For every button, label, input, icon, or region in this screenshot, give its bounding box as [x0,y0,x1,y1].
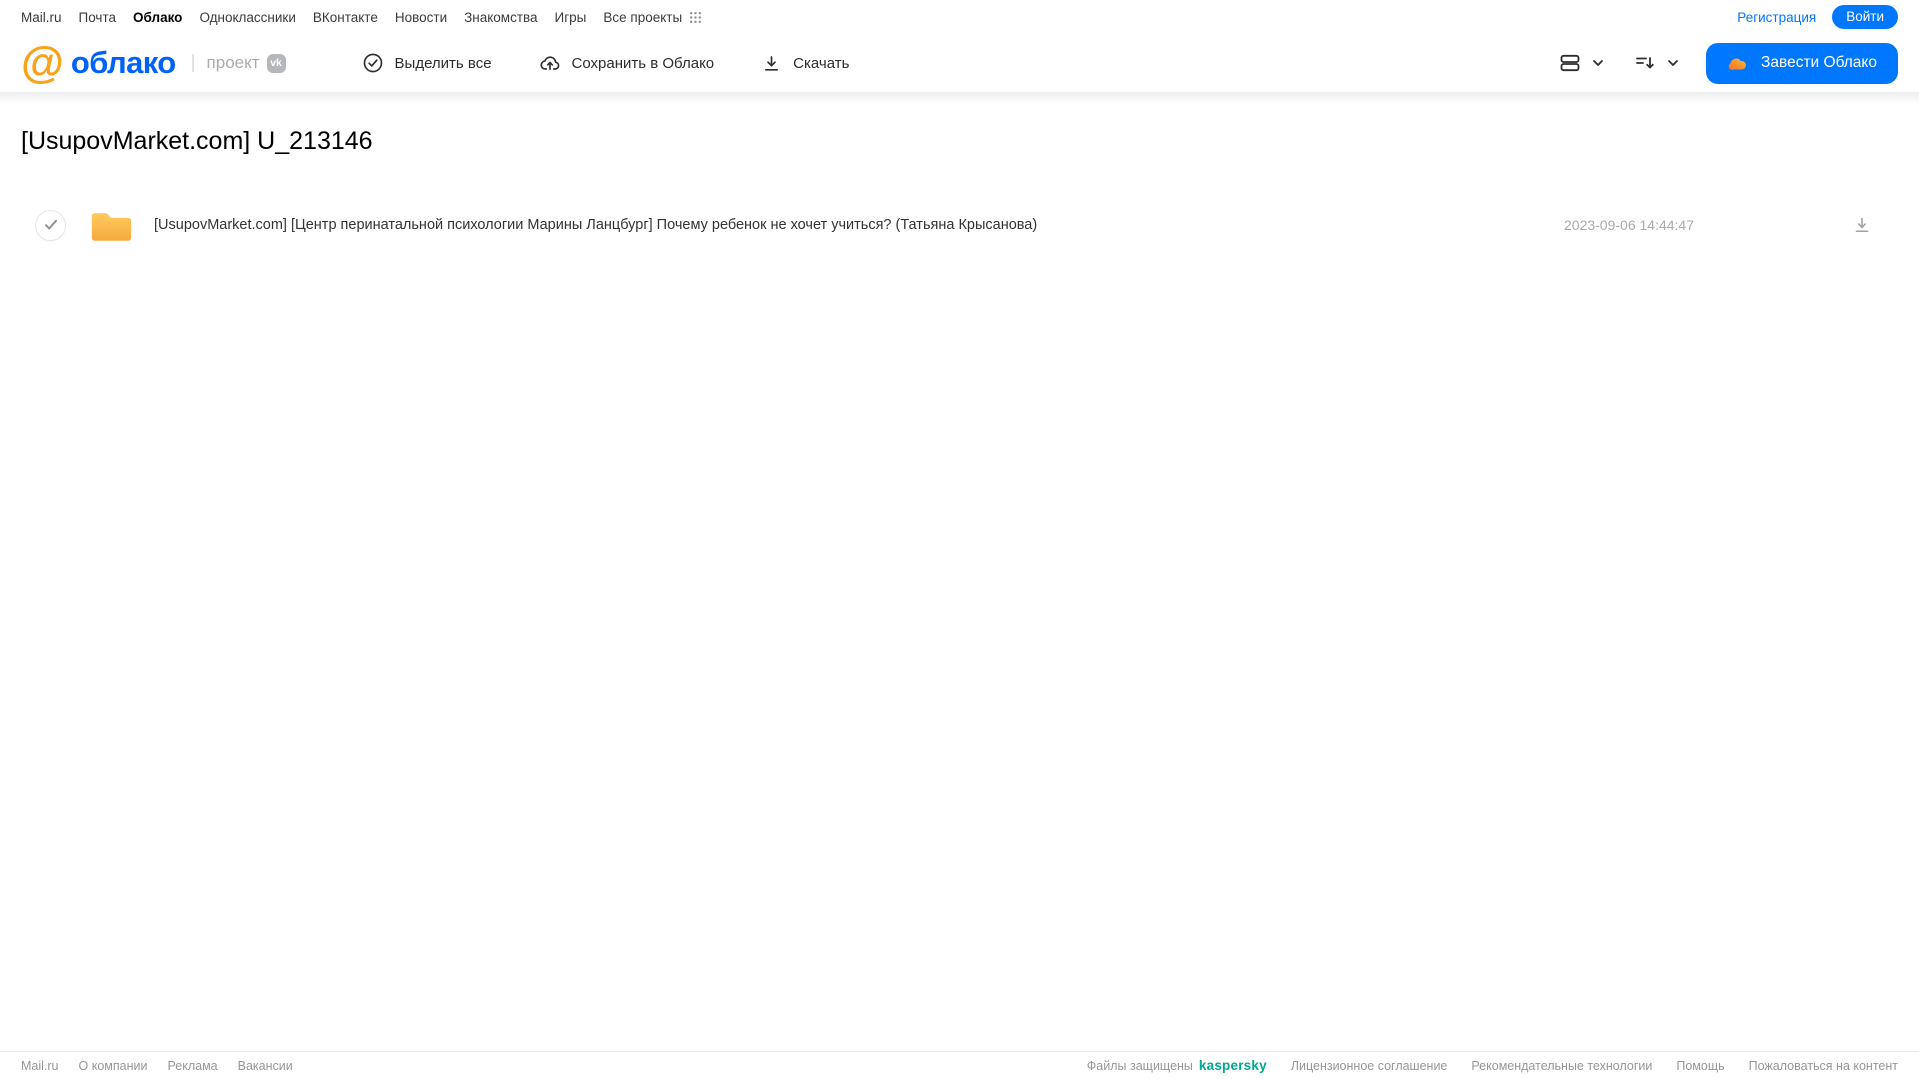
download-icon [761,53,782,74]
main-content: [UsupovMarket.com] U_213146 [UsupovMarke… [0,127,1919,251]
footer-mailru[interactable]: Mail.ru [21,1059,59,1073]
folder-icon[interactable] [89,207,133,244]
kaspersky-protected: Файлы защищены kaspersky [1087,1058,1267,1073]
portal-nav: Mail.ru Почта Облако Одноклассники ВКонт… [0,0,1919,34]
create-cloud-button[interactable]: Завести Облако [1706,42,1898,84]
select-all-button[interactable]: Выделить все [362,52,492,74]
footer-recommendation-tech[interactable]: Рекомендательные технологии [1471,1059,1652,1073]
cloud-upload-icon [539,52,561,74]
file-date: 2023-09-06 14:44:47 [1564,217,1694,233]
nav-novosti[interactable]: Новости [395,10,447,25]
cloud-logo[interactable]: @ облако | проект vk [21,38,286,88]
mailru-at-icon: @ [21,38,64,88]
save-to-cloud-label: Сохранить в Облако [571,54,715,72]
footer-right: Файлы защищены kaspersky Лицензионное со… [1087,1058,1898,1073]
sort-dropdown[interactable] [1633,51,1680,75]
kaspersky-logo[interactable]: kaspersky [1199,1058,1267,1073]
footer-jobs[interactable]: Вакансии [238,1059,293,1073]
footer-help[interactable]: Помощь [1676,1059,1724,1073]
nav-znakomstva[interactable]: Знакомства [464,10,537,25]
nav-vkontakte[interactable]: ВКонтакте [313,10,378,25]
nav-mailru[interactable]: Mail.ru [21,10,62,25]
protected-label: Файлы защищены [1086,1058,1193,1073]
select-all-label: Выделить все [394,54,492,72]
footer: Mail.ru О компании Реклама Вакансии Файл… [0,1051,1919,1079]
portal-nav-right: Регистрация Войти [1737,5,1898,29]
file-name-link[interactable]: [UsupovMarket.com] [Центр перинатальной … [154,217,1037,233]
download-button[interactable]: Скачать [761,53,849,74]
nav-odnoklassniki[interactable]: Одноклассники [199,10,295,25]
login-button[interactable]: Войти [1832,5,1898,29]
footer-ads[interactable]: Реклама [167,1059,217,1073]
chevron-down-icon [1666,56,1680,70]
vk-project-label: проект vk [207,53,286,73]
logo-divider: | [190,52,196,73]
file-row[interactable]: [UsupovMarket.com] [Центр перинатальной … [21,199,1898,251]
page-title: [UsupovMarket.com] U_213146 [21,127,373,155]
check-icon [44,219,57,230]
grid-icon [689,11,702,24]
registration-link[interactable]: Регистрация [1737,10,1816,25]
cloud-header: @ облако | проект vk Выделить все Сохран… [0,34,1919,105]
chevron-down-icon [1591,56,1605,70]
create-cloud-label: Завести Облако [1761,54,1877,71]
row-checkbox[interactable] [35,209,66,241]
header-right-controls: Завести Облако [1558,42,1898,84]
nav-oblako[interactable]: Облако [133,10,182,25]
view-list-icon [1558,51,1582,75]
cloud-icon [1727,52,1750,75]
view-mode-dropdown[interactable] [1558,51,1605,75]
vk-badge-icon: vk [266,53,286,73]
save-to-cloud-button[interactable]: Сохранить в Облако [539,52,715,74]
project-label-text: проект [206,53,260,72]
nav-all-projects-label: Все проекты [603,9,683,25]
cloud-logo-text: облако [70,45,176,80]
nav-pochta[interactable]: Почта [79,10,117,25]
download-label: Скачать [793,54,850,72]
nav-all-projects[interactable]: Все проекты [603,10,702,25]
nav-igry[interactable]: Игры [555,10,587,25]
check-circle-icon [362,52,384,74]
row-download-icon[interactable] [1851,214,1873,236]
footer-about[interactable]: О компании [79,1059,148,1073]
toolbar: Выделить все Сохранить в Облако Скачать [362,52,849,74]
footer-report-content[interactable]: Пожаловаться на контент [1749,1059,1898,1073]
footer-license[interactable]: Лицензионное соглашение [1291,1059,1448,1073]
sort-icon [1633,51,1657,75]
